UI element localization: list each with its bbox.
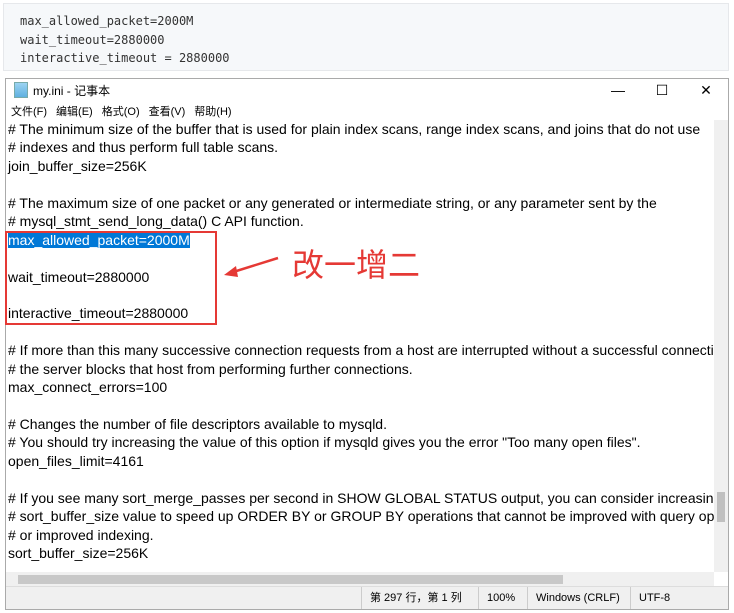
editor-line-text: # the server blocks that host from perfo… (8, 360, 413, 377)
editor-line-text: # You should try increasing the value of… (8, 434, 641, 451)
window-title: my.ini - 记事本 (33, 83, 111, 98)
editor-line-text: max_connect_errors=100 (8, 379, 168, 396)
code-line: max_allowed_packet=2000M (20, 14, 194, 28)
editor-line-text: # The maximum size of one packet or any … (8, 194, 657, 211)
annotation-text: 改一增二 (292, 246, 421, 284)
editor-line: # You should try increasing the value of… (8, 433, 718, 451)
code-block: max_allowed_packet=2000M wait_timeout=28… (3, 3, 729, 71)
code-line: wait_timeout=2880000 (20, 32, 165, 47)
zoom-level: 100% (478, 587, 527, 609)
editor-line: join_buffer_size=256K (8, 157, 718, 175)
editor-text-area[interactable]: # The minimum size of the buffer that is… (6, 120, 718, 572)
maximize-button[interactable]: ☐ (640, 82, 684, 99)
arrow-icon (224, 256, 279, 277)
editor-line: open_files_limit=4161 (8, 452, 718, 470)
menu-format[interactable]: 格式(O) (102, 103, 140, 119)
editor-line: # or improved indexing. (8, 526, 718, 544)
menu-view[interactable]: 查看(V) (149, 103, 186, 119)
editor-line: # The minimum size of the buffer that is… (8, 120, 718, 138)
horizontal-scrollbar[interactable] (6, 572, 714, 587)
editor-line-text: # The minimum size of the buffer that is… (8, 121, 701, 137)
notepad-icon (14, 82, 28, 98)
menu-bar: 文件(F) 编辑(E) 格式(O) 查看(V) 帮助(H) (6, 101, 728, 120)
editor-line: # mysql_stmt_send_long_data() C API func… (8, 212, 718, 230)
menu-help[interactable]: 帮助(H) (194, 103, 231, 119)
cursor-position: 第 297 行，第 1 列 (361, 587, 478, 609)
editor-line: max_connect_errors=100 (8, 378, 718, 396)
editor-line: # Changes the number of file descriptors… (8, 415, 718, 433)
editor-line: # The maximum size of one packet or any … (8, 194, 718, 212)
editor-line-text: # Changes the number of file descriptors… (8, 416, 387, 432)
editor-line-text: # sort_buffer_size value to speed up ORD… (8, 508, 718, 525)
code-line: interactive_timeout = 2880000 (20, 51, 230, 65)
editor-line: # If you see many sort_merge_passes per … (8, 489, 718, 507)
editor-line-text: # If more than this many successive conn… (8, 342, 718, 359)
vertical-scroll-thumb[interactable] (717, 492, 725, 522)
notepad-window: my.ini - 记事本 — ☐ ✕ 文件(F) 编辑(E) 格式(O) 查看(… (5, 78, 729, 610)
editor-line-text: # indexes and thus perform full table sc… (8, 139, 279, 156)
highlight-box (5, 231, 217, 325)
editor-line-text: # or improved indexing. (8, 526, 154, 543)
menu-edit[interactable]: 编辑(E) (56, 103, 93, 119)
title-bar: my.ini - 记事本 — ☐ ✕ (6, 79, 728, 101)
menu-file[interactable]: 文件(F) (11, 103, 47, 119)
editor-line-text: join_buffer_size=256K (8, 157, 147, 174)
close-button[interactable]: ✕ (684, 82, 728, 99)
editor-line-text: # mysql_stmt_send_long_data() C API func… (8, 213, 304, 230)
editor-line: # If more than this many successive conn… (8, 341, 718, 359)
editor-line: # the server blocks that host from perfo… (8, 360, 718, 378)
editor-line-text: sort_buffer_size=256K (8, 545, 149, 562)
minimize-button[interactable]: — (596, 82, 640, 99)
editor-line: sort_buffer_size=256K (8, 544, 718, 562)
line-ending: Windows (CRLF) (527, 587, 630, 609)
encoding: UTF-8 (630, 587, 719, 609)
horizontal-scroll-thumb[interactable] (18, 575, 563, 584)
editor-line-text: open_files_limit=4161 (8, 452, 144, 469)
vertical-scrollbar[interactable] (714, 120, 728, 572)
editor-line: # indexes and thus perform full table sc… (8, 138, 718, 156)
editor-line-text: # If you see many sort_merge_passes per … (8, 489, 718, 506)
status-bar: 第 297 行，第 1 列 100% Windows (CRLF) UTF-8 (6, 586, 728, 609)
editor-line: # sort_buffer_size value to speed up ORD… (8, 507, 718, 525)
